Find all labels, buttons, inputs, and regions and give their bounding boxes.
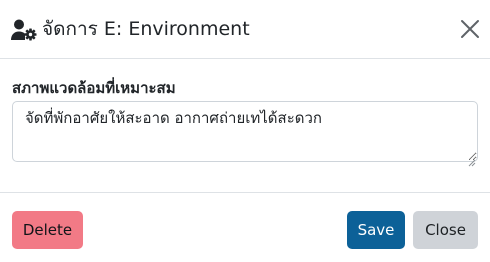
close-icon[interactable]	[459, 18, 481, 40]
edit-environment-modal: จัดการ E: Environment สภาพแวดล้อมที่เหมา…	[0, 0, 490, 262]
close-button[interactable]: Close	[413, 211, 478, 249]
modal-title: จัดการ E: Environment	[42, 18, 250, 40]
modal-body: สภาพแวดล้อมที่เหมาะสม จัดที่พักอาศัยให้ส…	[0, 59, 490, 193]
user-gear-icon	[11, 19, 37, 41]
save-button[interactable]: Save	[347, 211, 405, 249]
delete-button[interactable]: Delete	[12, 211, 83, 249]
environment-field-label: สภาพแวดล้อมที่เหมาะสม	[12, 79, 176, 97]
modal-header: จัดการ E: Environment	[0, 0, 490, 59]
environment-textarea[interactable]: จัดที่พักอาศัยให้สะอาด อากาศถ่ายเทได้สะด…	[12, 101, 478, 162]
